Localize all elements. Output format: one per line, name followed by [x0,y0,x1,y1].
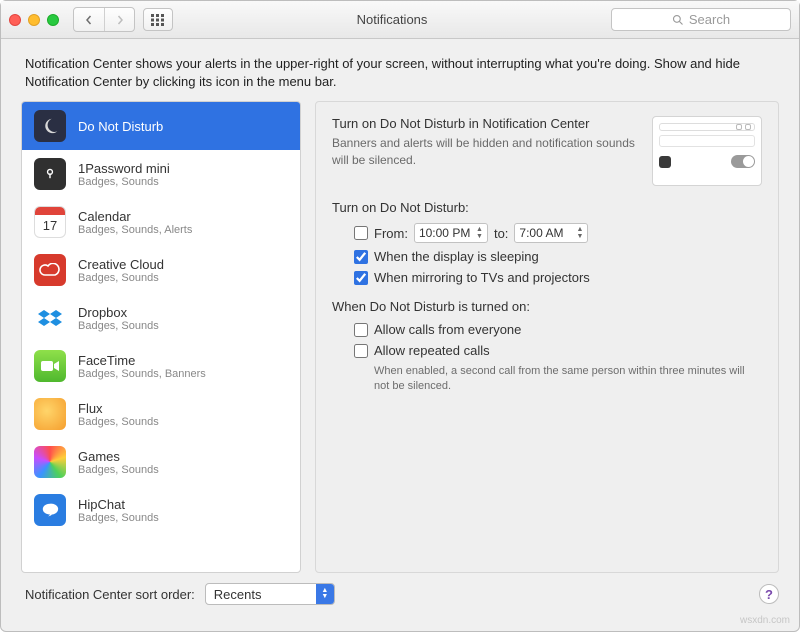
allow-repeated-row: Allow repeated calls [354,343,762,358]
app-name: Dropbox [78,305,159,320]
app-name: Do Not Disturb [78,119,163,134]
zoom-icon[interactable] [47,14,59,26]
toggle-icon [731,155,755,168]
flux-icon [34,398,66,430]
sidebar-item-flux[interactable]: FluxBadges, Sounds [22,390,300,438]
display-sleeping-row: When the display is sleeping [354,249,762,264]
from-time-value: 10:00 PM [419,226,470,240]
app-sub: Badges, Sounds, Alerts [78,224,192,236]
help-button[interactable]: ? [759,584,779,604]
list-mini-icon [745,124,751,130]
app-name: 1Password mini [78,161,170,176]
schedule-from-row: From: 10:00 PM ▲▼ to: 7:00 AM ▲▼ [354,223,762,243]
detail-header: Turn on Do Not Disturb in Notification C… [332,116,762,186]
from-time-field[interactable]: 10:00 PM ▲▼ [414,223,488,243]
sidebar-item-games[interactable]: GamesBadges, Sounds [22,438,300,486]
app-sub: Badges, Sounds [78,176,170,188]
minimize-icon[interactable] [28,14,40,26]
detail-title: Turn on Do Not Disturb in Notification C… [332,116,640,131]
to-time-value: 7:00 AM [519,226,563,240]
sort-order-select[interactable]: Recents ▲▼ [205,583,335,605]
stepper-icon[interactable]: ▲▼ [476,226,483,240]
mirroring-label: When mirroring to TVs and projectors [374,270,590,285]
sidebar-item-hipchat[interactable]: HipChatBadges, Sounds [22,486,300,534]
when-on-label: When Do Not Disturb is turned on: [332,299,762,314]
sidebar-item-dropbox[interactable]: DropboxBadges, Sounds [22,294,300,342]
close-icon[interactable] [9,14,21,26]
sidebar-item-1password[interactable]: 1Password miniBadges, Sounds [22,150,300,198]
facetime-icon [34,350,66,382]
moon-icon [34,110,66,142]
allow-repeated-label: Allow repeated calls [374,343,490,358]
allow-everyone-checkbox[interactable] [354,323,368,337]
forward-button[interactable] [104,8,134,31]
footer: Notification Center sort order: Recents … [1,573,799,631]
grid-icon [151,14,165,26]
from-label: From: [374,226,408,241]
allow-repeated-checkbox[interactable] [354,344,368,358]
sidebar-item-creative-cloud[interactable]: Creative CloudBadges, Sounds [22,246,300,294]
chevron-right-icon [115,15,125,25]
titlebar: Notifications Search [1,1,799,39]
app-list[interactable]: Do Not Disturb 1Password miniBadges, Sou… [21,101,301,573]
help-icon: ? [765,587,773,602]
dropbox-icon [34,302,66,334]
window-title: Notifications [181,12,603,27]
app-name: FaceTime [78,353,206,368]
window-controls [9,14,59,26]
sort-order-label: Notification Center sort order: [25,587,195,602]
intro-text: Notification Center shows your alerts in… [1,39,799,101]
allow-everyone-label: Allow calls from everyone [374,322,521,337]
to-label: to: [494,226,508,241]
app-sub: Badges, Sounds [78,320,159,332]
game-center-icon [34,446,66,478]
display-sleeping-label: When the display is sleeping [374,249,539,264]
notification-center-preview [652,116,762,186]
app-name: Flux [78,401,159,416]
display-sleeping-checkbox[interactable] [354,250,368,264]
app-name: Games [78,449,159,464]
app-sub: Badges, Sounds [78,272,164,284]
hipchat-icon [34,494,66,526]
to-time-field[interactable]: 7:00 AM ▲▼ [514,223,588,243]
app-sub: Badges, Sounds [78,512,159,524]
preferences-window: Notifications Search Notification Center… [0,0,800,632]
1password-icon [34,158,66,190]
select-arrows-icon: ▲▼ [316,584,334,604]
main-content: Do Not Disturb 1Password miniBadges, Sou… [1,101,799,573]
search-mini-icon [736,124,742,130]
detail-pane: Turn on Do Not Disturb in Notification C… [315,101,779,573]
nav-back-forward [73,7,135,32]
search-placeholder: Search [689,12,730,27]
app-name: HipChat [78,497,159,512]
mirroring-row: When mirroring to TVs and projectors [354,270,762,285]
watermark: wsxdn.com [740,615,790,626]
sidebar-item-facetime[interactable]: FaceTimeBadges, Sounds, Banners [22,342,300,390]
sidebar-item-calendar[interactable]: 17 CalendarBadges, Sounds, Alerts [22,198,300,246]
allow-everyone-row: Allow calls from everyone [354,322,762,337]
repeated-calls-hint: When enabled, a second call from the sam… [374,364,762,394]
creative-cloud-icon [34,254,66,286]
back-button[interactable] [74,8,104,31]
app-sub: Badges, Sounds, Banners [78,368,206,380]
schedule-label: Turn on Do Not Disturb: [332,200,762,215]
mirroring-checkbox[interactable] [354,271,368,285]
chevron-left-icon [84,15,94,25]
detail-description: Banners and alerts will be hidden and no… [332,135,640,167]
app-sub: Badges, Sounds [78,416,159,428]
search-input[interactable]: Search [611,8,791,31]
moon-icon [659,156,671,168]
stepper-icon[interactable]: ▲▼ [576,226,583,240]
show-all-button[interactable] [143,8,173,31]
app-name: Creative Cloud [78,257,164,272]
search-icon [672,14,684,26]
from-checkbox[interactable] [354,226,368,240]
sort-order-value: Recents [214,587,262,602]
calendar-icon: 17 [34,206,66,238]
app-name: Calendar [78,209,192,224]
app-sub: Badges, Sounds [78,464,159,476]
sidebar-item-do-not-disturb[interactable]: Do Not Disturb [22,102,300,150]
